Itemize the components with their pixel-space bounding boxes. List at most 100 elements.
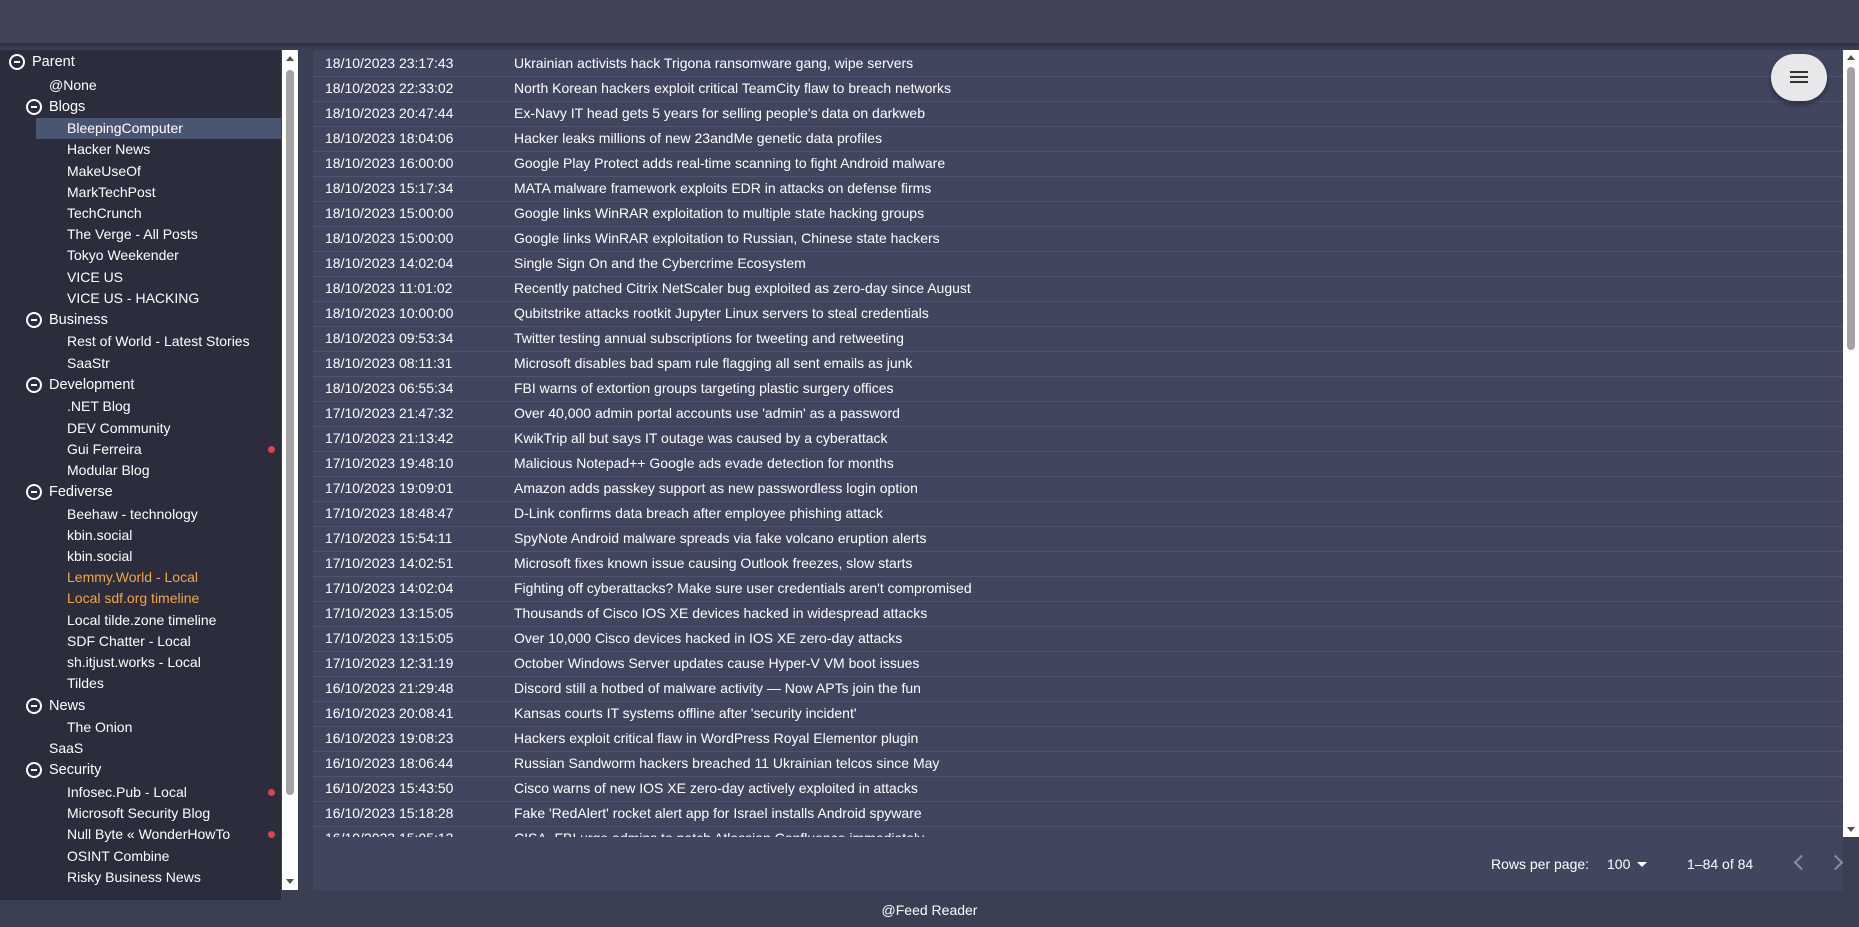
article-title[interactable]: Recently patched Citrix NetScaler bug ex… [514,276,971,301]
table-row[interactable]: 17/10/2023 21:47:32 Over 40,000 admin por… [313,401,1843,427]
tree-feed-item[interactable]: VICE US [67,267,123,288]
article-title[interactable]: Over 10,000 Cisco devices hacked in IOS … [514,626,902,651]
table-row[interactable]: 18/10/2023 20:47:44 Ex-Navy IT head gets … [313,101,1843,127]
table-row[interactable]: 18/10/2023 22:33:02 North Korean hackers … [313,76,1843,102]
collapse-icon[interactable] [26,99,42,115]
table-row[interactable]: 17/10/2023 21:13:42 KwikTrip all but says… [313,426,1843,452]
table-row[interactable]: 16/10/2023 15:05:13 CISA, FBI urge admins… [313,826,1843,837]
table-row[interactable]: 17/10/2023 19:09:01 Amazon adds passkey s… [313,476,1843,502]
collapse-icon[interactable] [9,54,25,70]
article-title[interactable]: Amazon adds passkey support as new passw… [514,476,918,501]
article-title[interactable]: Over 40,000 admin portal accounts use 'a… [514,401,900,426]
table-row[interactable]: 18/10/2023 11:01:02 Recently patched Citr… [313,276,1843,302]
tree-feed-item[interactable]: Infosec.Pub - Local [67,782,187,803]
table-row[interactable]: 18/10/2023 23:17:43 Ukrainian activists h… [313,51,1843,77]
article-title[interactable]: Hackers exploit critical flaw in WordPre… [514,726,918,751]
article-title[interactable]: Qubitstrike attacks rootkit Jupyter Linu… [514,301,929,326]
tree-feed-item[interactable]: DEV Community [67,418,170,439]
scroll-up-arrow-icon[interactable] [286,56,294,61]
tree-feed-item[interactable]: The Onion [67,717,132,738]
tree-feed-item[interactable]: The Verge - All Posts [67,224,198,245]
tree-feed-item[interactable]: Tokyo Weekender [67,245,179,266]
tree-group-news[interactable]: News [49,696,85,717]
article-title[interactable]: Ex-Navy IT head gets 5 years for selling… [514,101,925,126]
table-scrollbar[interactable] [1843,50,1859,837]
tree-group-parent[interactable]: Parent [32,52,75,73]
tree-group-fediverse[interactable]: Fediverse [49,482,113,503]
tree-feed-item[interactable]: Null Byte « WonderHowTo [67,824,230,845]
table-row[interactable]: 16/10/2023 21:29:48 Discord still a hotbe… [313,676,1843,702]
article-title[interactable]: Google Play Protect adds real-time scann… [514,151,945,176]
tree-feed-item[interactable]: TechCrunch [67,203,142,224]
tree-feed-item[interactable]: Local sdf.org timeline [67,588,199,609]
tree-feed-item[interactable]: MakeUseOf [67,161,141,182]
next-page-icon[interactable] [1827,854,1844,871]
tree-group-development[interactable]: Development [49,375,134,396]
table-row[interactable]: 18/10/2023 15:17:34 MATA malware framewor… [313,176,1843,202]
previous-page-icon[interactable] [1793,854,1810,871]
rows-per-page-select[interactable]: 100 [1607,838,1630,890]
article-title[interactable]: Single Sign On and the Cybercrime Ecosys… [514,251,806,276]
table-row[interactable]: 17/10/2023 13:15:05 Over 10,000 Cisco dev… [313,626,1843,652]
table-row[interactable]: 18/10/2023 09:53:34 Twitter testing annua… [313,326,1843,352]
table-row[interactable]: 17/10/2023 14:02:04 Fighting off cyberatt… [313,576,1843,602]
tree-feed-item[interactable]: Gui Ferreira [67,439,142,460]
article-title[interactable]: North Korean hackers exploit critical Te… [514,76,951,101]
article-title[interactable]: October Windows Server updates cause Hyp… [514,651,919,676]
article-title[interactable]: D-Link confirms data breach after employ… [514,501,883,526]
tree-feed-item[interactable]: kbin.social [67,525,132,546]
table-row[interactable]: 16/10/2023 20:08:41 Kansas courts IT syst… [313,701,1843,727]
tree-feed-item[interactable]: Risky Business News [67,867,201,888]
scroll-down-arrow-icon[interactable] [286,879,294,884]
article-title[interactable]: Twitter testing annual subscriptions for… [514,326,904,351]
article-title[interactable]: Kansas courts IT systems offline after '… [514,701,857,726]
sidebar-scroll-thumb[interactable] [286,70,294,795]
chevron-down-icon[interactable] [1637,862,1647,867]
table-row[interactable]: 16/10/2023 18:06:44 Russian Sandworm hack… [313,751,1843,777]
table-scroll-thumb[interactable] [1847,67,1855,350]
article-title[interactable]: Ukrainian activists hack Trigona ransomw… [514,51,913,76]
tree-feed-item[interactable]: Microsoft Security Blog [67,803,210,824]
article-title[interactable]: SpyNote Android malware spreads via fake… [514,526,926,551]
article-title[interactable]: Russian Sandworm hackers breached 11 Ukr… [514,751,939,776]
tree-feed-item[interactable]: kbin.social [67,546,132,567]
table-row[interactable]: 18/10/2023 16:00:00 Google Play Protect a… [313,151,1843,177]
table-row[interactable]: 18/10/2023 15:00:00 Google links WinRAR e… [313,226,1843,252]
tree-group-business[interactable]: Business [49,310,108,331]
collapse-icon[interactable] [26,762,42,778]
tree-feed-item[interactable]: @None [49,75,97,96]
table-row[interactable]: 16/10/2023 19:08:23 Hackers exploit criti… [313,726,1843,752]
table-row[interactable]: 18/10/2023 18:04:06 Hacker leaks millions… [313,126,1843,152]
article-title[interactable]: Fighting off cyberattacks? Make sure use… [514,576,972,601]
article-title[interactable]: Thousands of Cisco IOS XE devices hacked… [514,601,927,626]
tree-feed-item[interactable]: sh.itjust.works - Local [67,652,201,673]
table-row[interactable]: 16/10/2023 15:43:50 Cisco warns of new IO… [313,776,1843,802]
article-title[interactable]: KwikTrip all but says IT outage was caus… [514,426,888,451]
tree-feed-item[interactable]: Rest of World - Latest Stories [67,331,250,352]
tree-feed-item[interactable]: SDF Chatter - Local [67,631,191,652]
table-row[interactable]: 16/10/2023 15:18:28 Fake 'RedAlert' rocke… [313,801,1843,827]
table-row[interactable]: 18/10/2023 06:55:34 FBI warns of extortio… [313,376,1843,402]
tree-feed-item[interactable]: MarkTechPost [67,182,156,203]
sidebar-scrollbar[interactable] [282,50,298,890]
article-title[interactable]: MATA malware framework exploits EDR in a… [514,176,931,201]
scroll-up-arrow-icon[interactable] [1847,55,1855,60]
table-row[interactable]: 18/10/2023 08:11:31 Microsoft disables ba… [313,351,1843,377]
tree-feed-item[interactable]: Modular Blog [67,460,150,481]
tree-feed-item[interactable]: Beehaw - technology [67,504,198,525]
article-title[interactable]: FBI warns of extortion groups targeting … [514,376,893,401]
tree-feed-item[interactable]: OSINT Combine [67,846,169,867]
table-row[interactable]: 18/10/2023 14:02:04 Single Sign On and th… [313,251,1843,277]
collapse-icon[interactable] [26,484,42,500]
article-title[interactable]: Microsoft fixes known issue causing Outl… [514,551,912,576]
tree-feed-item[interactable]: Local tilde.zone timeline [67,610,216,631]
tree-feed-item[interactable]: BleepingComputer [36,118,281,139]
table-row[interactable]: 17/10/2023 15:54:11 SpyNote Android malwa… [313,526,1843,552]
table-row[interactable]: 18/10/2023 15:00:00 Google links WinRAR e… [313,201,1843,227]
tree-feed-item[interactable]: SaaStr [67,353,110,374]
collapse-icon[interactable] [26,698,42,714]
tree-feed-item[interactable]: VICE US - HACKING [67,288,199,309]
article-title[interactable]: Cisco warns of new IOS XE zero-day activ… [514,776,918,801]
table-row[interactable]: 17/10/2023 14:02:51 Microsoft fixes known… [313,551,1843,577]
tree-group-blogs[interactable]: Blogs [49,97,85,118]
